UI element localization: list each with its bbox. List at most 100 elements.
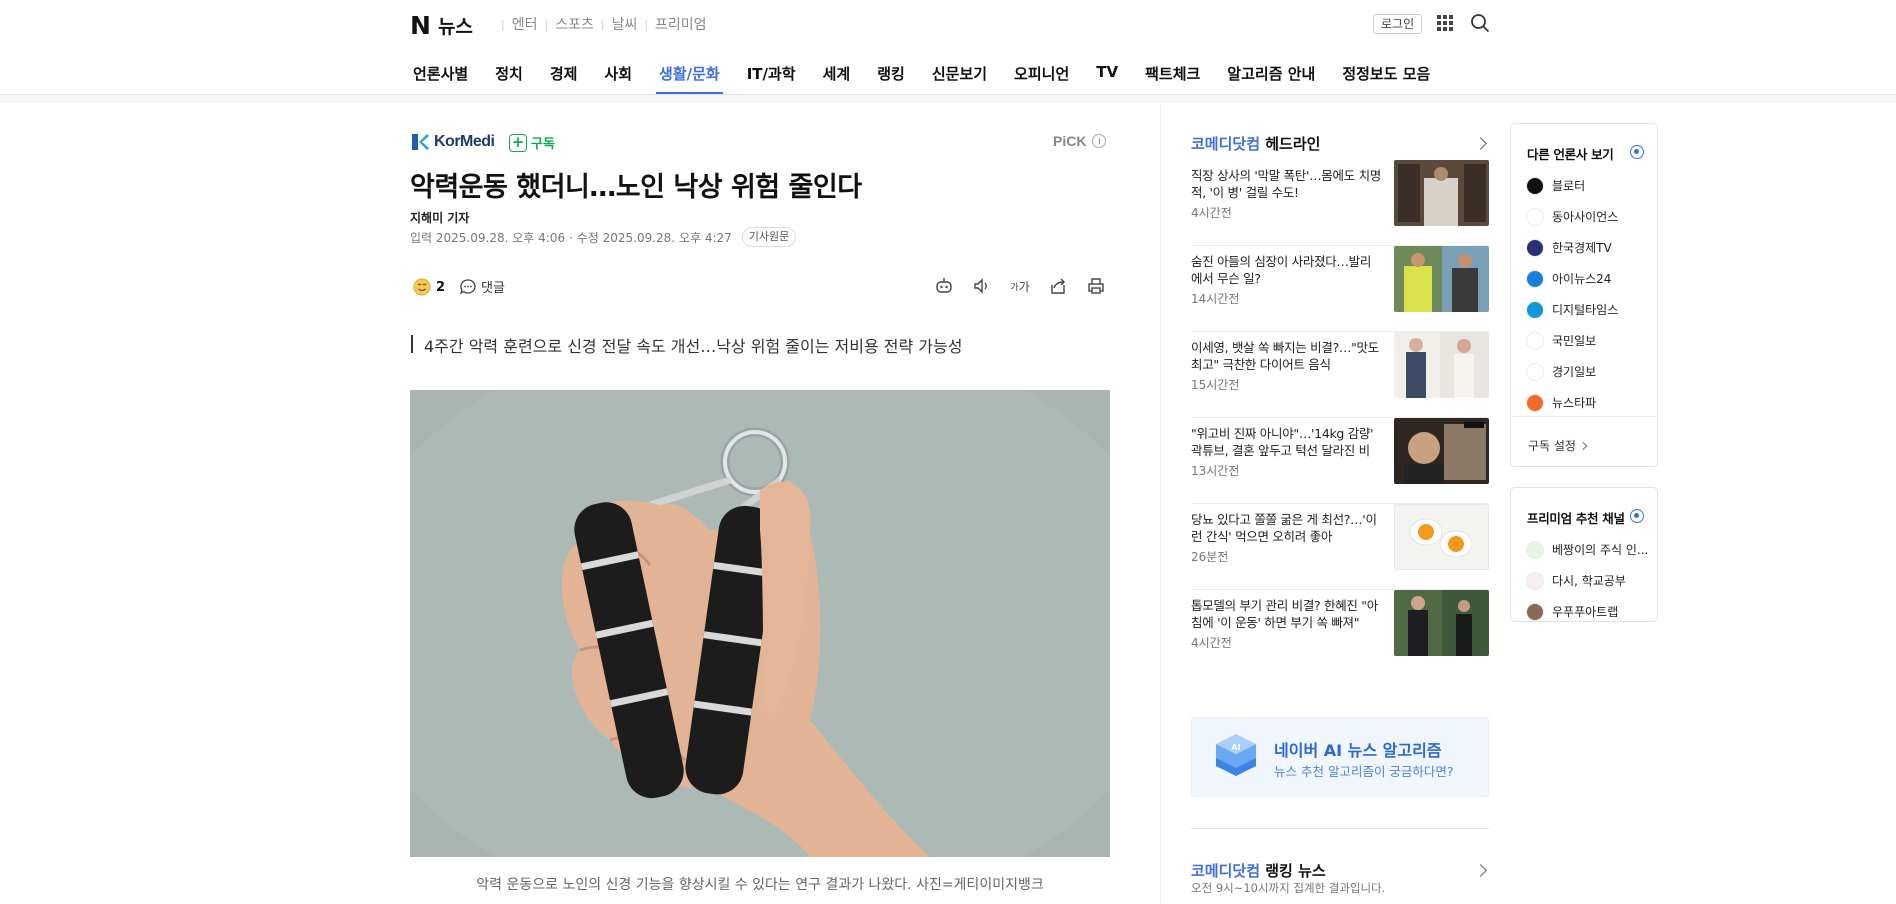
naver-news-logo[interactable]: N 뉴스 — [410, 11, 473, 40]
ranking-section-header[interactable]: 코메디닷컴 랭킹 뉴스 — [1191, 860, 1489, 881]
news-logo-text[interactable]: 뉴스 — [438, 12, 473, 39]
login-button[interactable]: 로그인 — [1373, 14, 1423, 34]
nav-item-factcheck[interactable]: 팩트체크 — [1142, 50, 1203, 94]
headline-item[interactable]: 숨진 아들의 심장이 사라졌다…발리에서 무슨 일? 14시간전 — [1191, 246, 1489, 332]
subscription-settings-label: 구독 설정 — [1528, 439, 1576, 453]
nav-item-world[interactable]: 세계 — [820, 50, 854, 94]
refresh-icon[interactable] — [1630, 509, 1644, 523]
headline-item[interactable]: "위고비 진짜 아니야"…'14kg 감량' 곽튜브, 결혼 앞두고 턱선 달라… — [1191, 418, 1489, 504]
kormedi-logo-icon — [412, 134, 429, 150]
other-press-list: 블로터 동아사이언스 한국경제TV 아이뉴스24 디지털타임스 국민일보 경기일… — [1526, 170, 1618, 418]
nav-item-economy[interactable]: 경제 — [547, 50, 581, 94]
headline-text[interactable]: 이세영, 뱃살 쏙 빠지는 비결?…"맛도 최고" 극찬한 다이어트 음식 — [1191, 339, 1381, 373]
headline-section-header[interactable]: 코메디닷컴 헤드라인 — [1191, 133, 1489, 154]
column-divider — [1160, 103, 1161, 904]
press-item[interactable]: 동아사이언스 — [1526, 201, 1618, 232]
service-link-weather[interactable]: 날씨 — [612, 14, 638, 34]
print-icon[interactable] — [1086, 276, 1106, 296]
headline-item[interactable]: 이세영, 뱃살 쏙 빠지는 비결?…"맛도 최고" 극찬한 다이어트 음식 15… — [1191, 332, 1489, 418]
nav-item-corrections[interactable]: 정정보도 모음 — [1339, 50, 1433, 94]
channel-avatar — [1526, 540, 1544, 559]
ranking-title-label: 랭킹 뉴스 — [1265, 862, 1326, 880]
nav-item-tv[interactable]: TV — [1093, 50, 1121, 94]
article-title: 악력운동 했더니…노인 낙상 위험 줄인다 — [410, 172, 862, 203]
subscribe-button[interactable]: + 구독 — [509, 133, 555, 152]
refresh-icon[interactable] — [1630, 145, 1644, 159]
headline-item[interactable]: 당뇨 있다고 쫄쫄 굶은 게 최선?…'이런 간식' 먹으면 오히려 좋아 26… — [1191, 504, 1489, 590]
reaction-button[interactable]: 2 — [412, 277, 445, 297]
press-item[interactable]: 한국경제TV — [1526, 232, 1618, 263]
nav-item-opinion[interactable]: 오피니언 — [1011, 50, 1072, 94]
press-item[interactable]: 뉴스타파 — [1526, 387, 1618, 418]
article-dates: 입력 2025.09.28. 오후 4:06 · 수정 2025.09.28. … — [410, 227, 797, 247]
category-nav: 언론사별 정치 경제 사회 생활/문화 IT/과학 세계 랭킹 신문보기 오피니… — [410, 50, 1454, 94]
headline-thumbnail[interactable] — [1394, 504, 1489, 570]
edit-date: · 수정 2025.09.28. 오후 4:27 — [569, 230, 732, 245]
subscription-settings-link[interactable]: 구독 설정 — [1528, 437, 1588, 454]
premium-channel-item[interactable]: 다시, 학교공부 — [1526, 565, 1648, 596]
chevron-right-icon[interactable] — [1474, 864, 1487, 877]
service-link-sports[interactable]: 스포츠 — [555, 14, 594, 34]
font-size-button[interactable]: 가가 — [1010, 276, 1030, 296]
headline-item[interactable]: 톱모델의 부기 관리 비결? 한혜진 "아침에 '이 운동' 하면 부기 쏙 빠… — [1191, 590, 1489, 676]
ai-algorithm-banner[interactable]: AI 네이버 AI 뉴스 알고리즘 뉴스 추천 알고리즘이 궁금하다면? — [1191, 717, 1489, 797]
original-article-button[interactable]: 기사원문 — [741, 227, 797, 247]
naver-logo[interactable]: N — [410, 11, 431, 40]
headline-text[interactable]: 직장 상사의 '막말 폭탄'…몸에도 치명적, '이 병' 걸릴 수도! — [1191, 167, 1381, 201]
ai-cube-icon: AI — [1216, 734, 1256, 776]
premium-channel-item[interactable]: 우푸푸아트랩 — [1526, 596, 1648, 627]
press-item[interactable]: 아이뉴스24 — [1526, 263, 1618, 294]
premium-channel-item[interactable]: 베짱이의 주식 인... — [1526, 534, 1648, 565]
headline-text[interactable]: 톱모델의 부기 관리 비결? 한혜진 "아침에 '이 운동' 하면 부기 쏙 빠… — [1191, 597, 1381, 631]
ai-icon-label: AI — [1231, 743, 1240, 752]
press-item[interactable]: 경기일보 — [1526, 356, 1618, 387]
speaker-icon[interactable] — [972, 276, 992, 296]
headline-thumbnail[interactable] — [1394, 418, 1489, 484]
article-tools: 가가 — [934, 276, 1106, 296]
service-link-premium[interactable]: 프리미엄 — [655, 14, 707, 34]
nav-item-it-science[interactable]: IT/과학 — [744, 50, 799, 94]
press-logo-icon — [1526, 362, 1544, 381]
ai-banner-subtitle: 뉴스 추천 알고리즘이 궁금하다면? — [1274, 764, 1454, 779]
info-icon[interactable]: i — [1092, 134, 1107, 148]
press-logo-icon — [1526, 269, 1544, 288]
nav-item-press[interactable]: 언론사별 — [410, 50, 471, 94]
nav-item-ranking[interactable]: 랭킹 — [874, 50, 908, 94]
headline-thumbnail[interactable] — [1394, 246, 1489, 312]
service-link-entertainment[interactable]: 엔터 — [512, 14, 538, 34]
press-item[interactable]: 국민일보 — [1526, 325, 1618, 356]
headline-list: 직장 상사의 '막말 폭탄'…몸에도 치명적, '이 병' 걸릴 수도! 4시간… — [1191, 160, 1489, 676]
chevron-right-icon[interactable] — [1474, 137, 1487, 150]
article-photo[interactable] — [410, 390, 1110, 857]
nav-item-algorithm[interactable]: 알고리즘 안내 — [1224, 50, 1318, 94]
headline-thumbnail[interactable] — [1394, 160, 1489, 226]
reaction-count: 2 — [436, 279, 446, 295]
share-icon[interactable] — [1048, 276, 1068, 296]
headline-item[interactable]: 직장 상사의 '막말 폭탄'…몸에도 치명적, '이 병' 걸릴 수도! 4시간… — [1191, 160, 1489, 246]
premium-channel-title: 프리미엄 추천 채널 — [1527, 511, 1625, 526]
pick-badge[interactable]: PiCK i — [1053, 133, 1107, 149]
channel-name: 베짱이의 주식 인... — [1552, 543, 1649, 557]
headline-thumbnail[interactable] — [1394, 590, 1489, 656]
headline-text[interactable]: 당뇨 있다고 쫄쫄 굶은 게 최선?…'이런 간식' 먹으면 오히려 좋아 — [1191, 511, 1381, 545]
ai-summary-bot-icon[interactable] — [934, 276, 954, 296]
reporter-name[interactable]: 지해미 기자 — [410, 209, 469, 226]
nav-item-life-culture[interactable]: 생활/문화 — [656, 50, 723, 94]
headline-thumbnail[interactable] — [1394, 332, 1489, 398]
nav-shadow — [0, 95, 1896, 103]
apps-grid-icon[interactable] — [1437, 15, 1453, 31]
ranking-section-title: 코메디닷컴 랭킹 뉴스 — [1191, 860, 1326, 881]
headline-text[interactable]: "위고비 진짜 아니야"…'14kg 감량' 곽튜브, 결혼 앞두고 턱선 달라… — [1191, 425, 1381, 459]
press-item[interactable]: 디지털타임스 — [1526, 294, 1618, 325]
nav-item-society[interactable]: 사회 — [601, 50, 635, 94]
premium-channel-list: 베짱이의 주식 인... 다시, 학교공부 우푸푸아트랩 — [1526, 534, 1648, 627]
nav-item-newspaper[interactable]: 신문보기 — [929, 50, 990, 94]
headline-time: 14시간전 — [1191, 292, 1240, 306]
press-logo-icon — [1526, 176, 1544, 195]
headline-text[interactable]: 숨진 아들의 심장이 사라졌다…발리에서 무슨 일? — [1191, 253, 1381, 287]
press-item[interactable]: 블로터 — [1526, 170, 1618, 201]
search-icon[interactable] — [1470, 13, 1490, 33]
comment-button[interactable]: 댓글 — [459, 277, 505, 296]
press-logo[interactable]: KorMedi — [410, 132, 495, 152]
nav-item-politics[interactable]: 정치 — [492, 50, 526, 94]
